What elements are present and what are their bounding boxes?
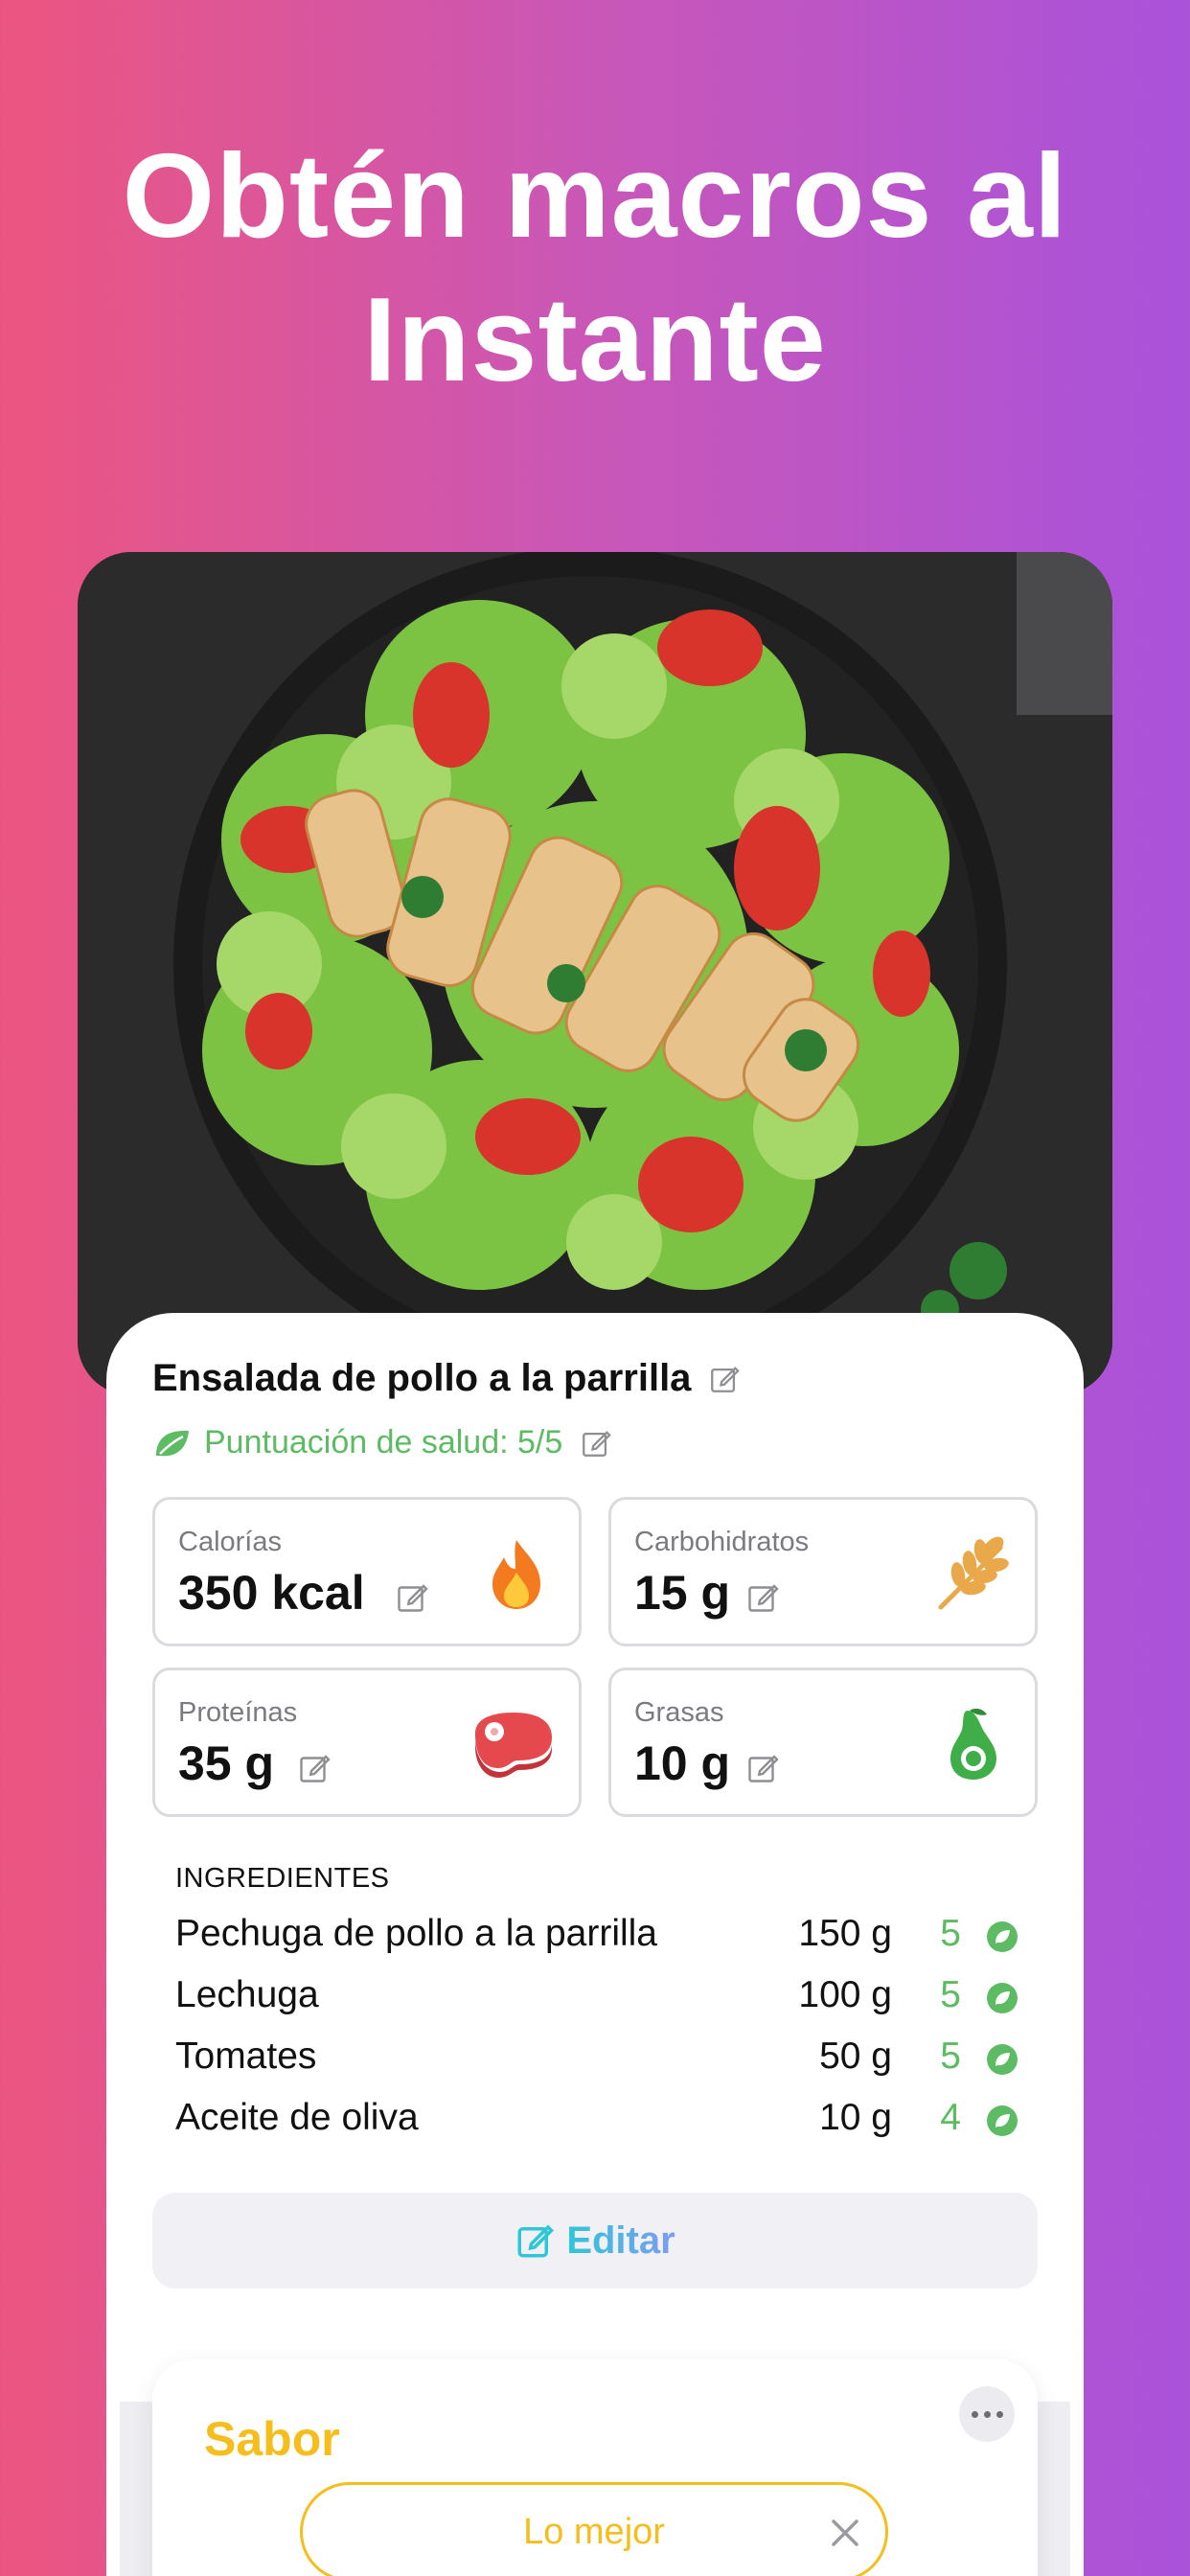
more-dot-icon xyxy=(995,2410,1003,2418)
calories-label: Calorías xyxy=(178,1527,282,1557)
ingredient-qty: 150 g xyxy=(798,1913,892,1954)
ingredient-qty: 10 g xyxy=(819,2097,892,2138)
ingredient-row[interactable]: Pechuga de pollo a la parrilla 150 g 5 xyxy=(175,1913,1018,1961)
ingredient-name: Aceite de oliva xyxy=(175,2097,419,2138)
carbs-tile[interactable]: Carbohidratos 15 g xyxy=(608,1497,1038,1646)
more-dot-icon xyxy=(983,2410,991,2418)
health-score-row: Puntuación de salud: 5/5 xyxy=(152,1424,612,1461)
steak-icon xyxy=(469,1705,556,1783)
ingredient-row[interactable]: Lechuga 100 g 5 xyxy=(175,1974,1018,2022)
headline-line-2: Instante xyxy=(363,274,827,406)
ingredient-score: 5 xyxy=(940,1974,961,2015)
headline: Obtén macros al Instante xyxy=(0,125,1190,412)
ingredient-qty: 50 g xyxy=(819,2036,892,2077)
flavor-title: Sabor xyxy=(204,2412,340,2466)
fat-tile[interactable]: Grasas 10 g xyxy=(608,1668,1038,1817)
close-icon[interactable] xyxy=(828,2516,862,2550)
food-photo xyxy=(78,552,1112,1395)
more-options-button[interactable] xyxy=(959,2386,1015,2442)
flavor-selection-pill[interactable]: Lo mejor xyxy=(300,2482,888,2576)
leaf-badge-icon xyxy=(987,1921,1018,1952)
carbs-value: 15 g xyxy=(634,1566,731,1620)
edit-icon xyxy=(517,2224,555,2258)
ingredient-row[interactable]: Tomates 50 g 5 xyxy=(175,2036,1018,2083)
leaf-icon xyxy=(156,1430,189,1456)
ingredient-name: Lechuga xyxy=(175,1974,319,2015)
edit-fat-icon[interactable] xyxy=(745,1751,780,1785)
leaf-badge-icon xyxy=(987,1983,1018,2013)
ingredient-score: 5 xyxy=(940,1913,961,1954)
carbs-label: Carbohidratos xyxy=(634,1527,810,1557)
ingredient-name: Tomates xyxy=(175,2036,317,2077)
fat-value: 10 g xyxy=(634,1736,731,1790)
headline-line-1: Obtén macros al xyxy=(122,130,1068,263)
dish-title-row: Ensalada de pollo a la parrilla xyxy=(152,1357,741,1400)
calories-tile[interactable]: Calorías 350 kcal xyxy=(152,1497,582,1646)
edit-calories-icon[interactable] xyxy=(395,1580,429,1615)
leaf-badge-icon xyxy=(987,2044,1018,2075)
dish-title: Ensalada de pollo a la parrilla xyxy=(152,1357,692,1399)
flavor-card: Sabor Lo mejor xyxy=(152,2359,1038,2576)
ingredient-score: 4 xyxy=(940,2097,961,2138)
calories-value: 350 kcal xyxy=(178,1566,365,1620)
flame-icon xyxy=(477,1534,556,1613)
edit-health-score-icon[interactable] xyxy=(580,1427,612,1460)
protein-value: 35 g xyxy=(178,1736,275,1790)
protein-label: Proteínas xyxy=(178,1697,298,1728)
edit-title-icon[interactable] xyxy=(708,1363,741,1395)
leaf-badge-icon xyxy=(987,2105,1018,2136)
health-score-text: Puntuación de salud: 5/5 xyxy=(204,1424,563,1460)
wheat-icon xyxy=(933,1534,1012,1613)
avocado-icon xyxy=(933,1705,1012,1783)
flavor-selection-text: Lo mejor xyxy=(523,2511,665,2552)
ingredient-score: 5 xyxy=(940,2036,961,2077)
edit-carbs-icon[interactable] xyxy=(745,1580,780,1615)
more-dot-icon xyxy=(971,2410,978,2418)
edit-protein-icon[interactable] xyxy=(297,1751,332,1785)
fat-label: Grasas xyxy=(634,1697,724,1728)
edit-button-label: Editar xyxy=(566,2219,675,2262)
edit-button[interactable]: Editar xyxy=(152,2193,1038,2288)
ingredient-name: Pechuga de pollo a la parrilla xyxy=(175,1913,658,1954)
ingredient-qty: 100 g xyxy=(798,1974,892,2015)
protein-tile[interactable]: Proteínas 35 g xyxy=(152,1668,582,1817)
nutrition-card: Ensalada de pollo a la parrilla Puntuaci… xyxy=(106,1313,1084,2576)
ingredient-row[interactable]: Aceite de oliva 10 g 4 xyxy=(175,2097,1018,2145)
ingredients-header: INGREDIENTES xyxy=(175,1863,390,1894)
